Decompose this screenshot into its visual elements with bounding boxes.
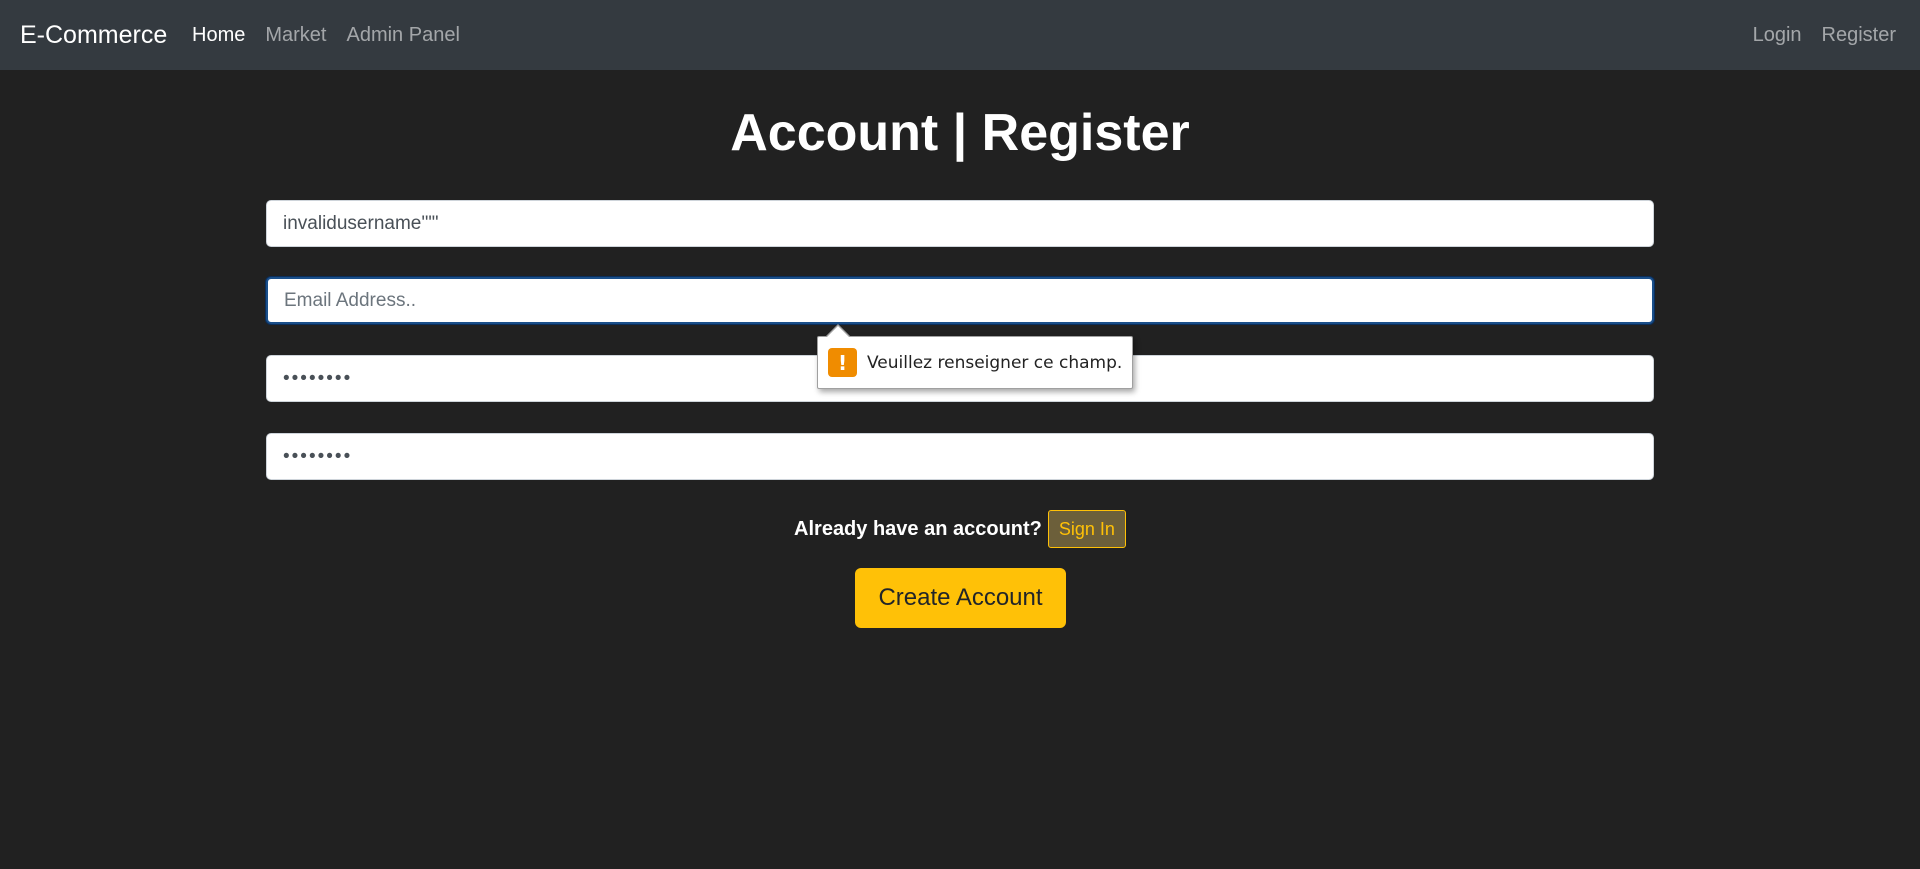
signin-row: Already have an account? Sign In: [0, 510, 1920, 548]
email-input[interactable]: [266, 277, 1654, 324]
nav-link-home[interactable]: Home: [192, 24, 245, 47]
nav-left-links: Home Market Admin Panel: [192, 0, 460, 70]
tooltip-arrow: [827, 326, 849, 337]
nav-right-links: Login Register: [1753, 0, 1896, 70]
create-account-button[interactable]: Create Account: [855, 568, 1066, 628]
page-title: Account | Register: [730, 104, 1190, 162]
navbar: E-Commerce Home Market Admin Panel Login…: [0, 0, 1920, 70]
brand-link[interactable]: E-Commerce: [20, 0, 167, 70]
warning-icon: !: [828, 348, 857, 377]
sign-in-button[interactable]: Sign In: [1047, 510, 1126, 548]
nav-link-login[interactable]: Login: [1753, 24, 1802, 47]
nav-link-market[interactable]: Market: [265, 24, 326, 47]
username-input[interactable]: [266, 200, 1654, 247]
confirm-password-input[interactable]: [266, 433, 1654, 480]
validation-message: Veuillez renseigner ce champ.: [867, 352, 1123, 373]
nav-link-admin-panel[interactable]: Admin Panel: [346, 24, 459, 47]
signin-prompt: Already have an account?: [794, 517, 1042, 540]
nav-link-register[interactable]: Register: [1822, 24, 1896, 47]
validation-tooltip: ! Veuillez renseigner ce champ.: [817, 336, 1134, 389]
